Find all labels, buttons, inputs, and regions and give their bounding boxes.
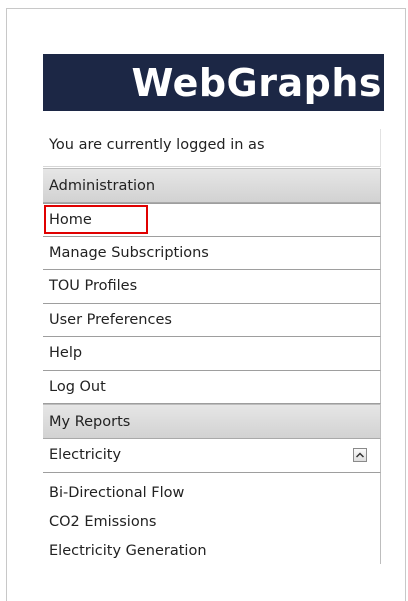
menu-item-user-preferences-label: User Preferences: [49, 311, 172, 328]
menu-item-help-label: Help: [49, 345, 83, 361]
report-electricity-generation[interactable]: Electricity Generation: [43, 537, 380, 566]
logo-text: WebGraphs: [131, 60, 382, 105]
menu-item-user-preferences[interactable]: User Preferences: [43, 303, 381, 337]
menu-item-home[interactable]: Home: [43, 203, 381, 237]
menu-item-manage-subscriptions-label: Manage Subscriptions: [49, 244, 209, 261]
chevron-up-icon[interactable]: [353, 448, 367, 462]
report-list: Bi-Directional Flow CO2 Emissions Electr…: [43, 473, 381, 564]
menu-item-home-label: Home: [49, 212, 92, 228]
administration-header: Administration: [43, 168, 381, 203]
my-reports-header: My Reports: [43, 404, 381, 439]
sidebar-menu: Administration Home Manage Subscriptions…: [43, 168, 381, 564]
report-co2-emissions[interactable]: CO2 Emissions: [43, 508, 380, 537]
menu-item-log-out[interactable]: Log Out: [43, 370, 381, 404]
electricity-category-label: Electricity: [49, 447, 122, 463]
menu-item-log-out-label: Log Out: [49, 378, 106, 395]
menu-item-help[interactable]: Help: [43, 337, 381, 371]
login-status: You are currently logged in as: [43, 129, 381, 167]
report-bi-directional-flow[interactable]: Bi-Directional Flow: [43, 479, 380, 508]
webgraphs-logo: WebGraphs: [43, 54, 384, 111]
menu-item-tou-profiles-label: TOU Profiles: [49, 278, 138, 294]
menu-item-manage-subscriptions[interactable]: Manage Subscriptions: [43, 236, 381, 270]
menu-item-tou-profiles[interactable]: TOU Profiles: [43, 270, 381, 304]
electricity-category[interactable]: Electricity: [43, 439, 381, 473]
